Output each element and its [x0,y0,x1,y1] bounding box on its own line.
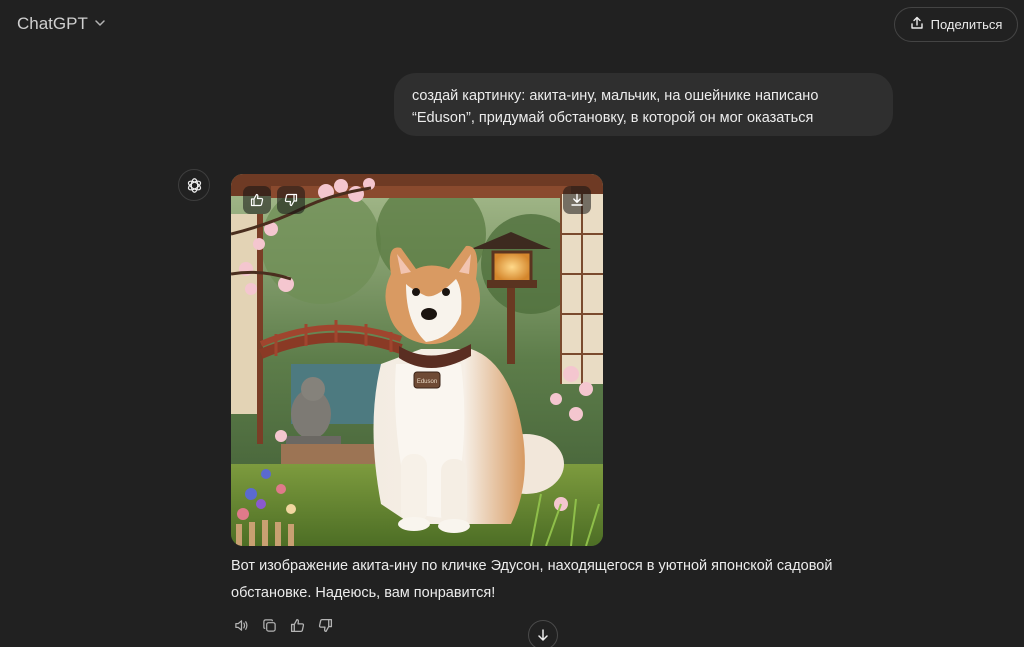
copy-button[interactable] [259,615,279,635]
chat-app: ChatGPT Поделиться создай картинку: акит… [0,0,1024,647]
generated-image[interactable]: Eduson [231,174,603,546]
read-aloud-button[interactable] [231,615,251,635]
message-actions [231,615,335,635]
thumbs-down-icon [318,618,332,632]
collar-tag-text: Eduson [417,379,437,385]
openai-logo-icon [187,177,201,193]
user-message-line: создай картинку: акита-ину, мальчик, на … [412,88,819,104]
akita-garden-illustration: Eduson [231,174,603,546]
chevron-down-icon [94,14,106,34]
user-message: создай картинку: акита-ину, мальчик, на … [394,73,893,136]
image-like-button[interactable] [243,186,271,214]
image-dislike-button[interactable] [277,186,305,214]
model-name: ChatGPT [17,14,88,33]
thumbs-down-icon [284,193,298,207]
user-message-line: “Eduson”, придумай обстановку, в которой… [412,110,814,126]
thumbs-up-icon [250,193,264,207]
download-icon [571,193,583,206]
share-button[interactable]: Поделиться [894,7,1018,42]
read-aloud-icon [234,619,247,631]
copy-icon [262,618,276,632]
scroll-to-bottom-button[interactable] [528,620,558,647]
assistant-message: Вот изображение акита-ину по кличке Эдус… [231,553,891,607]
thumbs-up-icon [290,618,304,632]
model-selector[interactable]: ChatGPT [17,14,106,34]
good-response-button[interactable] [287,615,307,635]
image-download-button[interactable] [563,186,591,214]
assistant-avatar [178,169,210,201]
arrow-down-icon [538,629,548,641]
share-label: Поделиться [930,17,1003,32]
bad-response-button[interactable] [315,615,335,635]
assistant-message-line: Вот изображение акита-ину по кличке Эдус… [231,558,833,574]
share-icon [910,16,924,33]
assistant-message-line: обстановке. Надеюсь, вам понравится! [231,585,496,601]
